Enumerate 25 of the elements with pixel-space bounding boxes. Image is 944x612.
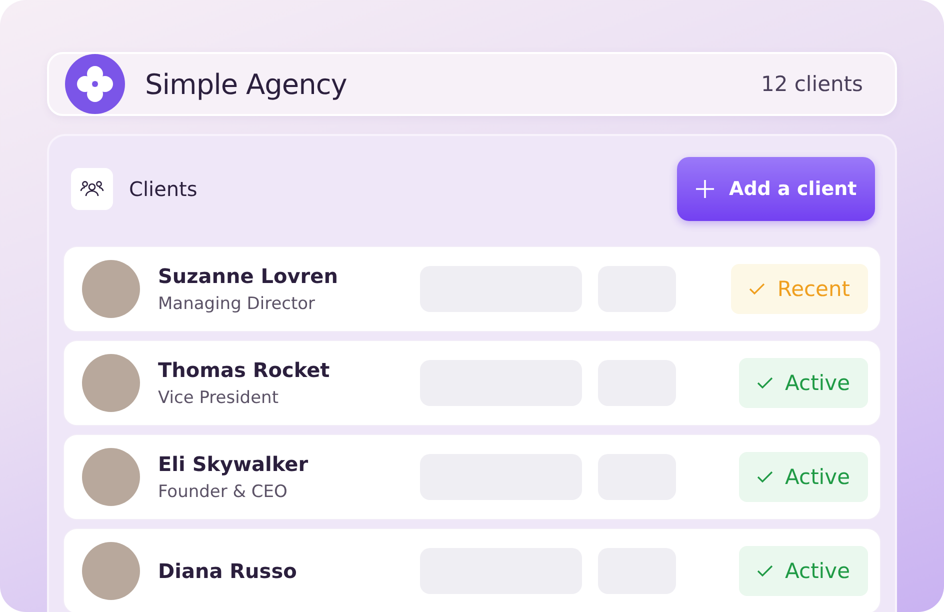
client-role: Managing Director	[158, 294, 316, 314]
client-row[interactable]: Eli Skywalker Founder & CEO Active	[63, 434, 881, 520]
client-row[interactable]: Thomas Rocket Vice President Active	[63, 340, 881, 426]
plus-icon	[695, 179, 715, 199]
client-row[interactable]: Diana Russo Active	[63, 528, 881, 612]
app-title: Simple Agency	[145, 68, 348, 100]
people-icon	[71, 168, 113, 210]
client-count: 12 clients	[760, 72, 863, 96]
client-name: Eli Skywalker	[158, 452, 310, 476]
client-name: Thomas Rocket	[158, 358, 331, 382]
status-badge: Active	[739, 358, 868, 408]
client-row[interactable]: Suzanne Lovren Managing Director Recent	[63, 246, 881, 332]
check-icon	[757, 471, 774, 483]
check-icon	[757, 377, 774, 389]
check-icon	[757, 565, 774, 577]
client-role: Vice President	[158, 388, 280, 408]
status-badge: Active	[739, 452, 868, 502]
client-role: Founder & CEO	[158, 482, 288, 502]
add-client-button[interactable]: Add a client	[677, 157, 875, 221]
status-badge: Recent	[731, 264, 868, 314]
client-name: Diana Russo	[158, 559, 298, 583]
check-icon	[749, 283, 766, 295]
status-badge: Active	[739, 546, 868, 596]
panel-title: Clients	[129, 177, 198, 201]
client-name: Suzanne Lovren	[158, 264, 339, 288]
